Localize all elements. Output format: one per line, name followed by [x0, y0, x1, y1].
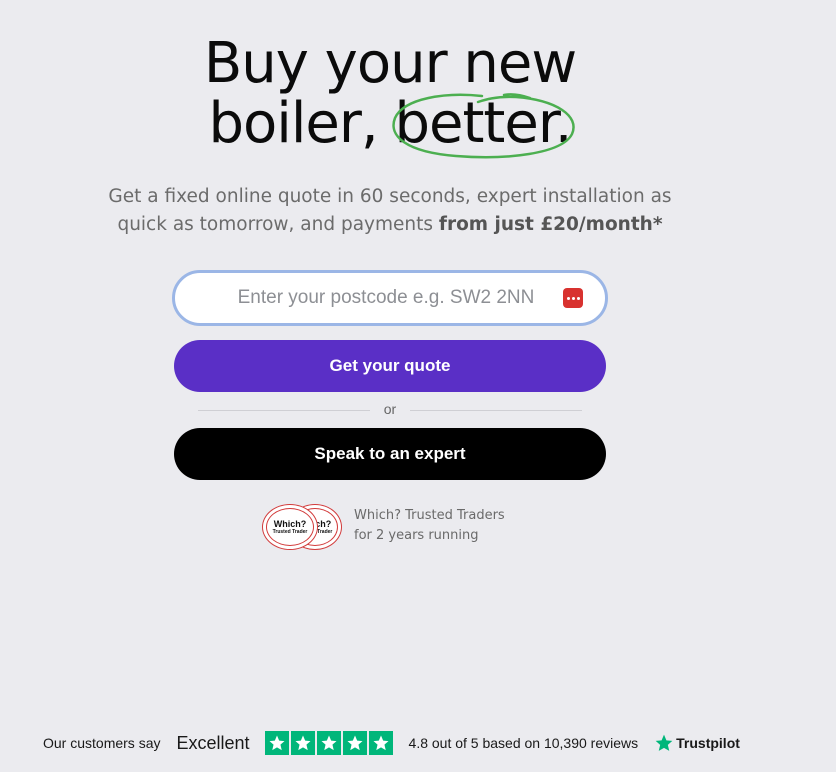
hero-title: Buy your new boiler, better.	[0, 31, 780, 159]
trustpilot-stars	[264, 731, 393, 755]
trustpilot-lead: Our customers say	[43, 735, 161, 751]
hero-subtitle: Get a fixed online quote in 60 seconds, …	[100, 183, 680, 239]
star-icon	[316, 731, 341, 755]
trustpilot-rating-word: Excellent	[176, 732, 250, 753]
which-trusted-text: Which? Trusted Traders for 2 years runni…	[354, 506, 505, 546]
trustpilot-brand: Trustpilot	[676, 735, 740, 751]
hero-title-highlight: better.	[392, 91, 576, 159]
divider-line-right	[410, 410, 582, 411]
divider-or-label: or	[383, 401, 397, 417]
star-icon	[264, 731, 289, 755]
postcode-field	[172, 270, 608, 326]
speak-to-expert-button[interactable]: Speak to an expert	[174, 428, 606, 480]
star-icon	[368, 731, 393, 755]
which-line1: Which? Trusted Traders	[354, 508, 505, 523]
trustpilot-bar[interactable]: Our customers say Excellent 4.8 out of 5…	[43, 730, 740, 756]
hero-title-line2: boiler, better.	[0, 91, 780, 159]
which-badge-1: Which? Trusted Trader	[262, 504, 318, 550]
hero-title-highlight-text: better.	[394, 91, 572, 156]
password-manager-icon[interactable]	[563, 288, 583, 308]
postcode-input[interactable]	[175, 273, 605, 323]
which-badge-1-sub: Trusted Trader	[272, 528, 308, 535]
trustpilot-logo[interactable]: Trustpilot	[654, 733, 740, 753]
hero-title-prefix: boiler,	[208, 91, 395, 156]
subtitle-price: from just £20/month*	[438, 214, 663, 235]
star-icon	[290, 731, 315, 755]
hero-title-line1: Buy your new	[203, 31, 577, 96]
get-quote-button[interactable]: Get your quote	[174, 340, 606, 392]
trustpilot-summary: 4.8 out of 5 based on 10,390 reviews	[408, 735, 639, 751]
trustpilot-star-icon	[655, 734, 673, 751]
which-badge-1-title: Which?	[273, 518, 307, 529]
star-icon	[342, 731, 367, 755]
which-line2: for 2 years running	[354, 528, 479, 543]
which-badges: Which? Trusted Trader Which? Trusted Tra…	[262, 504, 344, 550]
or-divider: or	[198, 400, 582, 420]
